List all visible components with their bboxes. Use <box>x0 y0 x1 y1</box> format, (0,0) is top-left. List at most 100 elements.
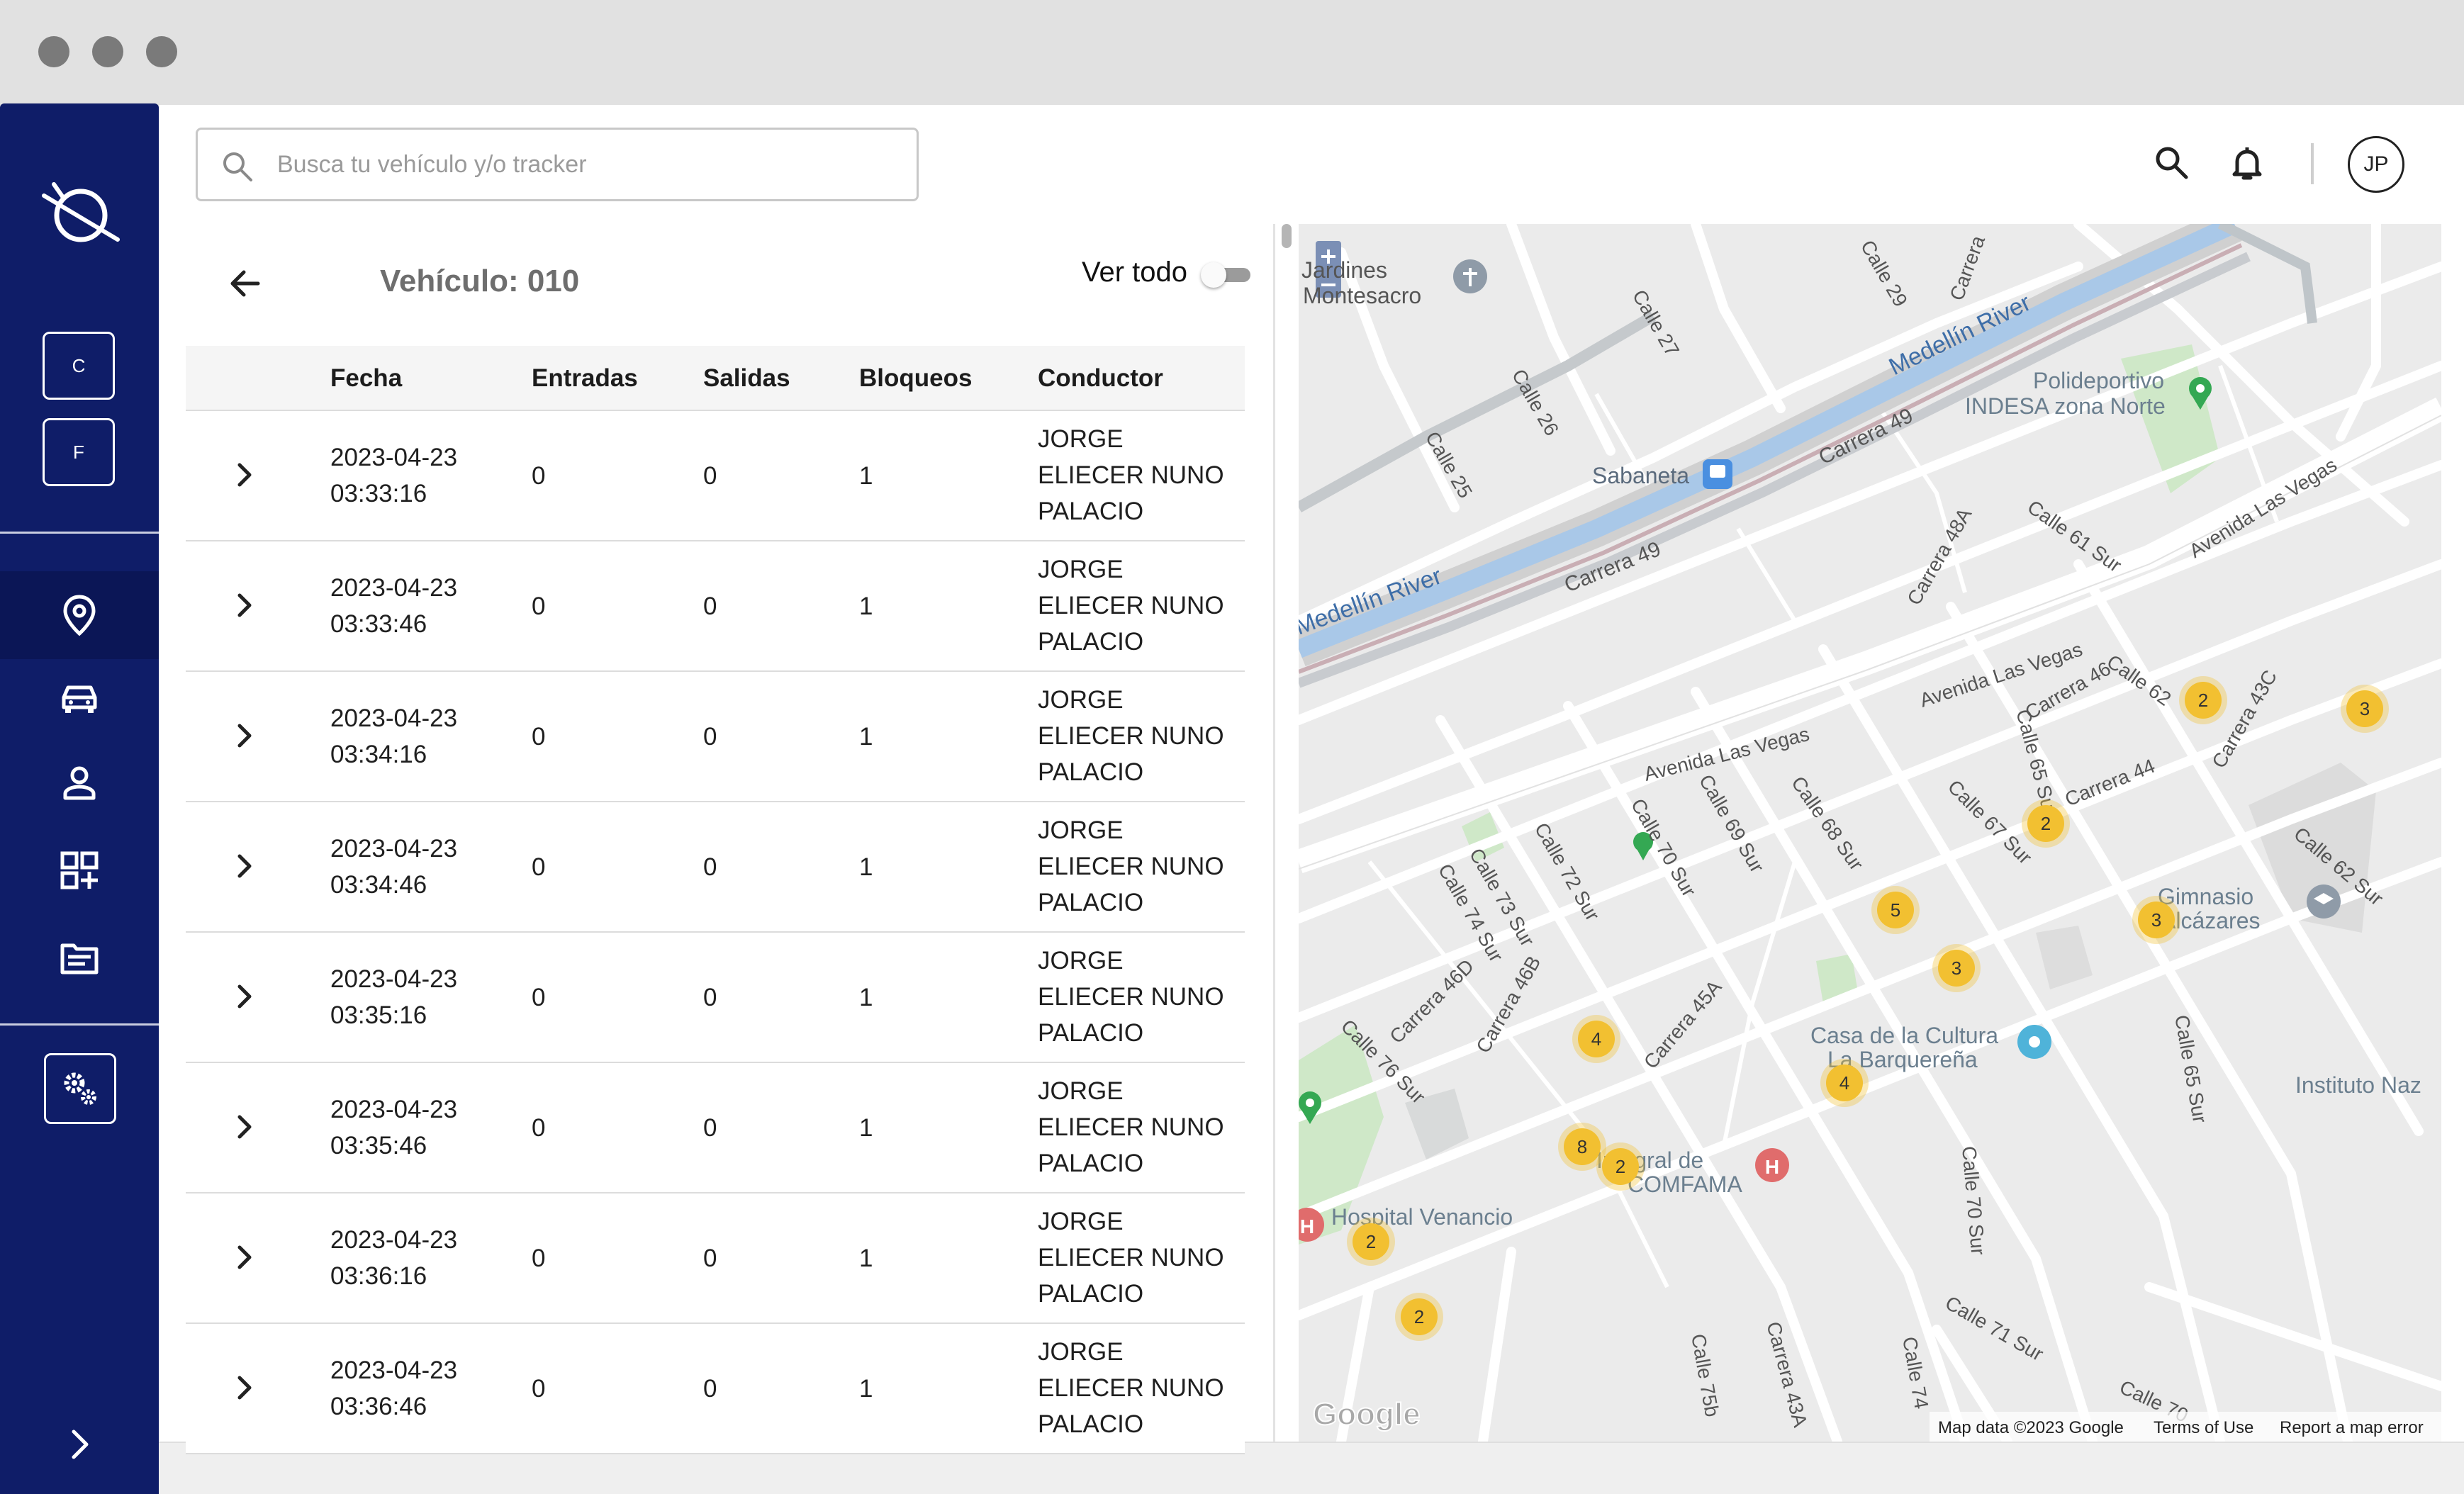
car-icon[interactable] <box>57 676 102 721</box>
document-list-icon[interactable] <box>57 936 102 981</box>
vehicle-cluster-marker[interactable]: 4 <box>1572 1015 1620 1063</box>
table-row[interactable]: 2023-04-23 03:35:46 0 0 1 JORGE ELIECER NUNO PA… <box>186 1063 1245 1193</box>
map-label-instituto: Instituto Naz <box>2295 1072 2421 1098</box>
column-header-entradas[interactable]: Entradas <box>532 364 638 393</box>
map-view[interactable]: H H Jardines Montesacro Polideportivo IN… <box>1299 224 2441 1442</box>
cell-conductor: JORGE ELIECER NUNO PALACIO <box>1038 812 1250 921</box>
conductor-line: ELIECER NUNO <box>1038 853 1224 880</box>
settings-button[interactable] <box>44 1053 116 1124</box>
cell-fecha-date: 2023-04-23 <box>330 704 458 732</box>
vehicle-cluster-marker[interactable]: 2 <box>1395 1293 1443 1341</box>
table-row[interactable]: 2023-04-23 03:36:46 0 0 1 JORGE ELIECER NUNO PA… <box>186 1324 1245 1454</box>
cell-conductor: JORGE ELIECER NUNO PALACIO <box>1038 1203 1250 1312</box>
map-terms-link[interactable]: Terms of Use <box>2154 1418 2253 1437</box>
company-button-c[interactable]: C <box>43 332 115 400</box>
notification-bell-icon[interactable] <box>2226 142 2268 184</box>
cell-fecha-date: 2023-04-23 <box>330 444 458 471</box>
vehicle-cluster-marker[interactable]: 5 <box>1871 886 1920 934</box>
cell-bloqueos: 1 <box>859 723 873 751</box>
cell-conductor: JORGE ELIECER NUNO PALACIO <box>1038 1334 1250 1442</box>
table-row[interactable]: 2023-04-23 03:34:16 0 0 1 JORGE ELIECER NUNO PA… <box>186 672 1245 802</box>
header-search-icon[interactable] <box>2151 142 2193 184</box>
bus-station-icon[interactable] <box>1703 459 1732 489</box>
expand-row-chevron-icon[interactable] <box>225 846 265 886</box>
column-header-bloqueos[interactable]: Bloqueos <box>859 364 972 393</box>
expand-row-chevron-icon[interactable] <box>225 1368 265 1408</box>
vehicle-cluster-marker[interactable]: 2 <box>1347 1218 1395 1266</box>
cell-entradas: 0 <box>532 592 546 620</box>
table-row[interactable]: 2023-04-23 03:34:46 0 0 1 JORGE ELIECER NUNO PA… <box>186 802 1245 933</box>
cell-fecha-time: 03:35:46 <box>330 1132 427 1159</box>
church-pin-icon[interactable] <box>1453 259 1487 293</box>
vehicle-cluster-marker[interactable]: 3 <box>1932 944 1981 992</box>
user-avatar[interactable]: JP <box>2348 136 2404 193</box>
expand-row-chevron-icon[interactable] <box>225 585 265 625</box>
cell-conductor: JORGE ELIECER NUNO PALACIO <box>1038 421 1250 529</box>
vehicle-cluster-marker[interactable]: 2 <box>2022 799 2070 848</box>
cell-fecha: 2023-04-23 03:36:16 <box>330 1222 515 1294</box>
conductor-line: JORGE <box>1038 1208 1124 1235</box>
person-icon[interactable] <box>57 761 102 807</box>
location-pin-icon[interactable] <box>57 592 102 638</box>
back-arrow-icon[interactable] <box>225 264 265 303</box>
window-minimize-button[interactable] <box>92 36 123 67</box>
cluster-count: 4 <box>1591 1028 1601 1050</box>
map-label-sabaneta: Sabaneta <box>1592 463 1689 488</box>
ver-todo-toggle[interactable] <box>1201 262 1252 288</box>
expand-row-chevron-icon[interactable] <box>225 1237 265 1277</box>
map-report-error-link[interactable]: Report a map error <box>2280 1418 2424 1437</box>
map-canvas[interactable]: H H Jardines Montesacro Polideportivo IN… <box>1299 224 2441 1442</box>
cell-entradas: 0 <box>532 984 546 1011</box>
window-close-button[interactable] <box>38 36 69 67</box>
column-header-salidas[interactable]: Salidas <box>703 364 790 393</box>
school-pin-icon[interactable] <box>2307 884 2341 919</box>
cell-fecha: 2023-04-23 03:35:16 <box>330 961 515 1033</box>
cell-conductor: JORGE ELIECER NUNO PALACIO <box>1038 682 1250 790</box>
window-maximize-button[interactable] <box>146 36 177 67</box>
expand-row-chevron-icon[interactable] <box>225 455 265 495</box>
museum-pin-icon[interactable] <box>2017 1025 2051 1059</box>
expand-row-chevron-icon[interactable] <box>225 1107 265 1147</box>
google-logo: Google <box>1313 1397 1421 1432</box>
cell-entradas: 0 <box>532 1245 546 1272</box>
planet-logo-icon[interactable] <box>41 174 121 254</box>
cell-fecha-time: 03:35:16 <box>330 1001 427 1029</box>
company-button-f[interactable]: F <box>43 418 115 486</box>
vehicle-cluster-marker[interactable]: 2 <box>1596 1142 1645 1191</box>
vehicle-cluster-marker[interactable]: 2 <box>2179 676 2227 724</box>
settings-gears-icon <box>64 1072 96 1105</box>
scrollbar-thumb[interactable] <box>1282 224 1292 248</box>
table-row[interactable]: 2023-04-23 03:33:16 0 0 1 JORGE ELIECER NUNO PA… <box>186 411 1245 541</box>
expand-sidebar-chevron-icon[interactable] <box>67 1427 95 1461</box>
expand-row-chevron-icon[interactable] <box>225 716 265 756</box>
add-widget-icon[interactable] <box>57 848 102 893</box>
table-row[interactable]: 2023-04-23 03:35:16 0 0 1 JORGE ELIECER NUNO PA… <box>186 933 1245 1063</box>
expand-row-chevron-icon[interactable] <box>225 977 265 1016</box>
table-row[interactable]: 2023-04-23 03:36:16 0 0 1 JORGE ELIECER NUNO PA… <box>186 1193 1245 1324</box>
cell-conductor: JORGE ELIECER NUNO PALACIO <box>1038 551 1250 660</box>
search-icon <box>223 152 252 181</box>
vehicle-cluster-marker[interactable]: 4 <box>1820 1059 1869 1107</box>
table-header: Fecha Entradas Salidas Bloqueos Conducto… <box>186 346 1245 411</box>
conductor-line: JORGE <box>1038 1077 1124 1105</box>
ver-todo-label: Ver todo <box>1082 257 1188 288</box>
hospital-pin-icon[interactable]: H <box>1755 1148 1789 1182</box>
conductor-line: PALACIO <box>1038 628 1144 656</box>
cell-bloqueos: 1 <box>859 592 873 620</box>
vehicle-cluster-marker[interactable]: 3 <box>2341 685 2389 733</box>
cluster-count: 3 <box>1951 957 1961 979</box>
vehicle-cluster-marker[interactable]: 3 <box>2132 896 2180 944</box>
column-header-fecha[interactable]: Fecha <box>330 364 402 393</box>
cell-bloqueos: 1 <box>859 853 873 881</box>
cell-fecha-time: 03:36:16 <box>330 1262 427 1290</box>
cell-fecha-time: 03:34:16 <box>330 741 427 768</box>
conductor-line: PALACIO <box>1038 758 1144 786</box>
cluster-count: 2 <box>2198 690 2208 711</box>
cluster-count: 2 <box>1366 1231 1376 1252</box>
sidebar-divider-2 <box>0 1023 159 1026</box>
column-header-conductor[interactable]: Conductor <box>1038 364 1163 393</box>
panel-divider <box>1273 224 1275 1442</box>
table-row[interactable]: 2023-04-23 03:33:46 0 0 1 JORGE ELIECER NUNO PA… <box>186 541 1245 672</box>
cell-fecha: 2023-04-23 03:33:46 <box>330 570 515 642</box>
vehicle-search-input[interactable] <box>277 141 901 188</box>
